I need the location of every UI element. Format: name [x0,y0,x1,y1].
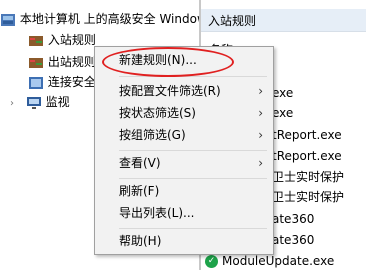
menu-item-filter-group[interactable]: 按组筛选(G) › [95,124,273,146]
list-item[interactable]: exe [272,84,293,103]
menu-item-export-list[interactable]: 导出列表(L)... [95,202,273,224]
tree-item-monitoring[interactable]: › 监视 [10,93,70,112]
list-item[interactable]: ate360 [272,231,314,250]
tree-item-label: 监视 [45,95,70,109]
tree-root[interactable]: 本地计算机 上的高级安全 Windows [0,10,213,29]
menu-item-filter-profile[interactable]: 按配置文件筛选(R) › [95,80,273,102]
menu-item-view[interactable]: 查看(V) › [95,152,273,174]
tree-item-label: 出站规则 [47,55,96,69]
monitor-icon [26,96,42,110]
menu-item-help[interactable]: 帮助(H) [95,230,273,252]
menu-item-label: 帮助(H) [119,234,162,248]
menu-item-label: 按组筛选(G) [119,128,186,142]
inbound-rules-icon [28,34,44,48]
menu-separator [119,178,267,179]
list-item[interactable]: tReport.exe [272,126,342,145]
submenu-arrow-icon: › [258,128,263,142]
menu-item-label: 导出列表(L)... [119,206,195,220]
menu-item-refresh[interactable]: 刷新(F) [95,180,273,202]
menu-separator [119,76,267,77]
rule-name: ModuleUpdate.exe [222,254,335,268]
allowed-check-icon: ✓ [205,255,218,268]
outbound-rules-icon [28,56,44,70]
tree-item-inbound[interactable]: 入站规则 [28,31,96,50]
submenu-arrow-icon: › [258,156,263,170]
menu-item-filter-state[interactable]: 按状态筛选(S) › [95,102,273,124]
submenu-arrow-icon: › [258,84,263,98]
list-item[interactable]: tReport.exe [272,147,342,166]
firewall-icon [0,13,16,27]
tree-item-outbound[interactable]: 出站规则 [28,53,96,72]
menu-item-label: 查看(V) [119,156,161,170]
rules-pane-header: 入站规则 [201,9,366,32]
list-item[interactable]: 卫士实时保护 [272,168,344,187]
tree-item-label: 入站规则 [47,33,96,47]
submenu-arrow-icon: › [258,106,263,120]
highlight-annotation [102,47,234,77]
list-item[interactable]: 卫士实时保护 [272,188,344,207]
rules-pane-title: 入站规则 [208,14,257,28]
chevron-right-icon[interactable]: › [10,94,22,113]
menu-item-label: 按配置文件筛选(R) [119,84,221,98]
menu-item-label: 刷新(F) [119,184,160,198]
menu-item-label: 按状态筛选(S) [119,106,196,120]
menu-separator [119,150,267,151]
connection-security-icon [28,76,44,90]
context-menu: 新建规则(N)... 按配置文件筛选(R) › 按状态筛选(S) › 按组筛选(… [94,46,274,255]
tree-root-label: 本地计算机 上的高级安全 Windows [19,12,214,26]
list-item[interactable]: exe [272,104,293,123]
list-item[interactable]: ate360 [272,210,314,229]
menu-separator [119,228,267,229]
